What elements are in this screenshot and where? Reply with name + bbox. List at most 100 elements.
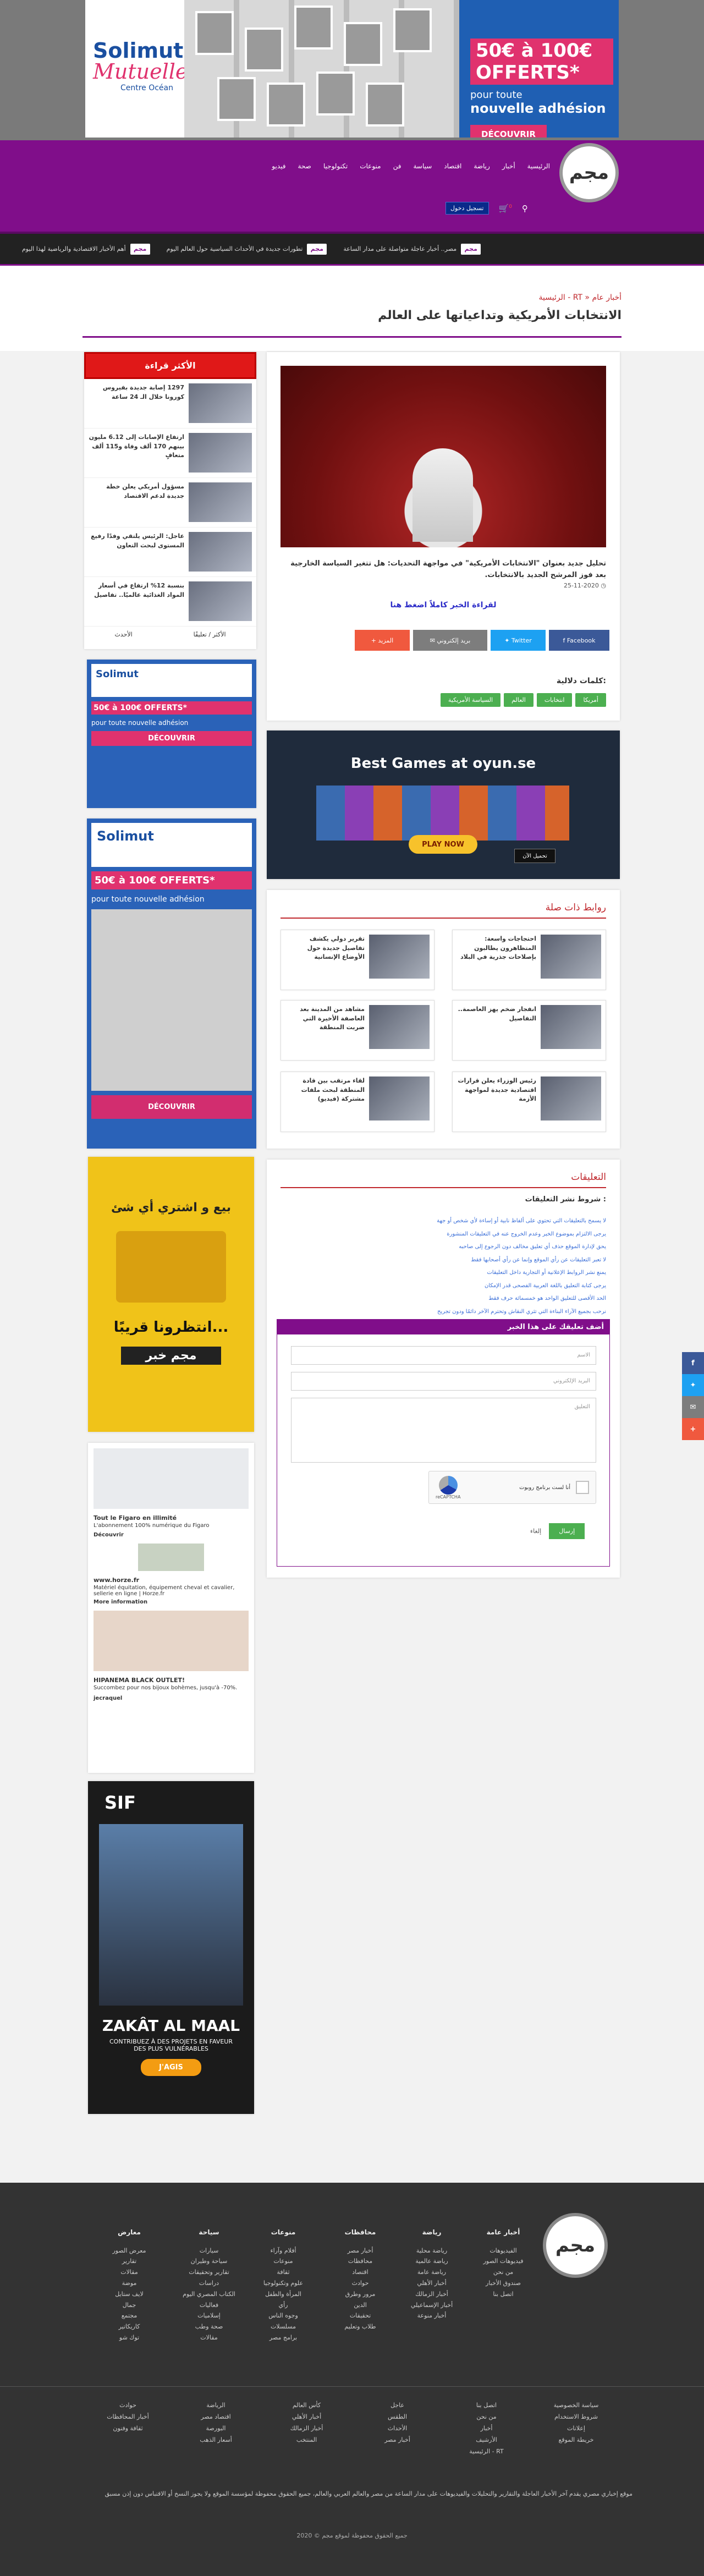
footer-link[interactable]: محافظات	[327, 2256, 393, 2267]
related-card[interactable]: لقاء مرتقب بين قادة المنطقة لبحث ملفات م…	[280, 1072, 435, 1132]
footer-link[interactable]: تقارير	[96, 2256, 162, 2267]
related-card[interactable]: احتجاجات واسعة: المتظاهرون يطالبون بإصلا…	[452, 930, 606, 990]
footer-link[interactable]: موضة	[96, 2278, 162, 2289]
ticker-item[interactable]: مجم أهم الأخبار الاقتصادية والرياضية لهذ…	[22, 243, 150, 255]
ad-action-button[interactable]: تحميل الآن	[514, 849, 556, 863]
nav-item-tech[interactable]: تكنولوجيا	[323, 162, 348, 170]
cancel-button[interactable]: إلغاء	[530, 1528, 541, 1535]
ad-cta-button[interactable]: DÉCOUVRIR	[470, 125, 547, 138]
tag[interactable]: العالم	[504, 693, 534, 707]
footer-link[interactable]: رياضة عامة	[399, 2267, 465, 2278]
share-twitter-button[interactable]: ✦ Twitter	[491, 630, 546, 651]
footer-link[interactable]: الرئيسية - RT	[452, 2446, 521, 2458]
ad-source[interactable]: jecraquel	[94, 1695, 249, 1701]
login-button[interactable]: تسجيل دخول	[446, 202, 489, 215]
footer-link[interactable]: منوعات	[250, 2256, 316, 2267]
nav-item-misc[interactable]: منوعات	[360, 162, 381, 170]
footer-logo[interactable]: مجم	[543, 2213, 608, 2278]
footer-link[interactable]: الفيديوهات	[470, 2245, 536, 2256]
footer-link[interactable]: تحقيقات	[327, 2310, 393, 2321]
ad-cta-button[interactable]: DÉCOUVRIR	[91, 1095, 252, 1119]
footer-link[interactable]: علوم وتكنولوجيا	[250, 2278, 316, 2289]
footer-link[interactable]: رأي	[250, 2300, 316, 2311]
list-item[interactable]: مسؤول أمريكي يعلن خطة جديدة لدعم الاقتصا…	[84, 478, 256, 528]
footer-link[interactable]: الطقس	[363, 2412, 432, 2423]
footer-link[interactable]: إعلانات	[542, 2423, 610, 2435]
footer-link[interactable]: ثقافة	[250, 2267, 316, 2278]
ticker-item[interactable]: مجم تطورات جديدة في الأحداث السياسية حول…	[167, 243, 327, 255]
nav-item-sports[interactable]: رياضة	[474, 162, 490, 170]
footer-link[interactable]: خريطة الموقع	[542, 2435, 610, 2446]
ad-title[interactable]: Tout le Figaro en illimité	[94, 1514, 249, 1522]
plus-icon[interactable]: +	[682, 1418, 704, 1440]
footer-link[interactable]: اتصل بنا	[470, 2289, 536, 2300]
nav-item-video[interactable]: فيديو	[272, 162, 285, 170]
footer-link[interactable]: أخبار الزمالك	[399, 2289, 465, 2300]
ad-title[interactable]: HIPANEMA BLACK OUTLET!	[94, 1677, 249, 1684]
ad-link[interactable]: More information	[94, 1599, 249, 1605]
send-button[interactable]: إرسال	[549, 1523, 585, 1539]
footer-link[interactable]: أخبار مصر	[327, 2245, 393, 2256]
footer-link[interactable]: الرياضة	[182, 2400, 250, 2412]
footer-link[interactable]: صندوق الأخبار	[470, 2278, 536, 2289]
tag[interactable]: أمريكا	[575, 693, 606, 707]
footer-link[interactable]: البورصة	[182, 2423, 250, 2435]
ad-link[interactable]: Découvrir	[94, 1532, 249, 1538]
footer-link[interactable]: عاجل	[363, 2400, 432, 2412]
related-card[interactable]: تقرير دولي يكشف تفاصيل جديدة حول الأوضاع…	[280, 930, 435, 990]
footer-link[interactable]: سياحة وطيران	[176, 2256, 242, 2267]
ad-site[interactable]: www.horze.fr	[94, 1577, 249, 1584]
footer-link[interactable]: اقتصاد	[327, 2267, 393, 2278]
footer-link[interactable]: حوادث	[327, 2278, 393, 2289]
facebook-icon[interactable]: f	[682, 1352, 704, 1374]
share-email-button[interactable]: ✉ بريد إلكتروني	[413, 630, 487, 651]
mail-icon[interactable]: ✉	[682, 1396, 704, 1418]
recaptcha-checkbox[interactable]	[576, 1481, 589, 1494]
footer-link[interactable]: أخبار الأهلي	[399, 2278, 465, 2289]
footer-link[interactable]: فيديوهات الصور	[470, 2256, 536, 2267]
nav-item-economy[interactable]: اقتصاد	[444, 162, 461, 170]
nav-item-news[interactable]: أخبار	[502, 162, 515, 170]
sidebar-ad-1[interactable]: Solimut 50€ à 100€ OFFERTS* pour toute n…	[87, 660, 256, 808]
footer-link[interactable]: جمال	[96, 2300, 162, 2311]
share-facebook-button[interactable]: f Facebook	[549, 630, 609, 651]
footer-link[interactable]: لايف ستايل	[96, 2289, 162, 2300]
tab-latest[interactable]: الأحدث	[114, 631, 132, 638]
name-field[interactable]: الاسم	[291, 1346, 596, 1365]
comment-textarea[interactable]: التعليق	[291, 1398, 596, 1463]
footer-link[interactable]: مسلسلات	[250, 2321, 316, 2332]
ticker-item[interactable]: مجم مصر.. أخبار عاجلة متواصلة على مدار ا…	[343, 243, 481, 255]
nav-item-health[interactable]: صحة	[298, 162, 311, 170]
site-logo[interactable]: مجم	[559, 143, 619, 202]
list-item[interactable]: 1297 إصابة جديدة بفيروس كورونا خلال الـ …	[84, 379, 256, 429]
footer-link[interactable]: شروط الاستخدام	[542, 2412, 610, 2423]
footer-link[interactable]: وجوه الناس	[250, 2310, 316, 2321]
nav-item-art[interactable]: فن	[393, 162, 402, 170]
footer-link[interactable]: أخبار المحافظات	[94, 2412, 162, 2423]
share-more-button[interactable]: + المزيد	[355, 630, 410, 651]
footer-link[interactable]: الأحداث	[363, 2423, 432, 2435]
footer-link[interactable]: طلاب وتعليم	[327, 2321, 393, 2332]
footer-link[interactable]: فعاليات	[176, 2300, 242, 2311]
footer-link[interactable]: تقارير وتحقيقات	[176, 2267, 242, 2278]
recaptcha-widget[interactable]: أنا لست برنامج روبوت reCAPTCHA	[428, 1471, 596, 1504]
tag[interactable]: انتخابات	[536, 693, 573, 707]
related-card[interactable]: مشاهد من المدينة بعد العاصفة الأخيرة الت…	[280, 1000, 435, 1061]
search-icon[interactable]: ⚲	[522, 204, 528, 213]
top-banner-ad[interactable]: Solimut Mutuelle Centre Océan 50€ à 100€…	[85, 0, 619, 138]
footer-link[interactable]: اتصل بنا	[452, 2400, 521, 2412]
footer-link[interactable]: دراسات	[176, 2278, 242, 2289]
footer-link[interactable]: أسعار الذهب	[182, 2435, 250, 2446]
footer-link[interactable]: إسلاميات	[176, 2310, 242, 2321]
nav-item-home[interactable]: الرئيسية	[527, 162, 550, 170]
sidebar-ad-3[interactable]: بيع و اشتري أي شئ انتظرونا قريبًا... مجم…	[88, 1157, 254, 1432]
footer-link[interactable]: أخبار مصر	[363, 2435, 432, 2446]
ad-cta-button[interactable]: DÉCOUVRIR	[91, 731, 252, 746]
footer-link[interactable]: أخبار الزمالك	[272, 2423, 341, 2435]
twitter-icon[interactable]: ✦	[682, 1374, 704, 1396]
footer-link[interactable]: كأس العالم	[272, 2400, 341, 2412]
footer-link[interactable]: أخبار منوعة	[399, 2310, 465, 2321]
sidebar-ad-4[interactable]: Tout le Figaro en illimité L'abonnement …	[88, 1443, 254, 1773]
footer-link[interactable]: اقتصاد مصر	[182, 2412, 250, 2423]
footer-link[interactable]: أخبار	[452, 2423, 521, 2435]
